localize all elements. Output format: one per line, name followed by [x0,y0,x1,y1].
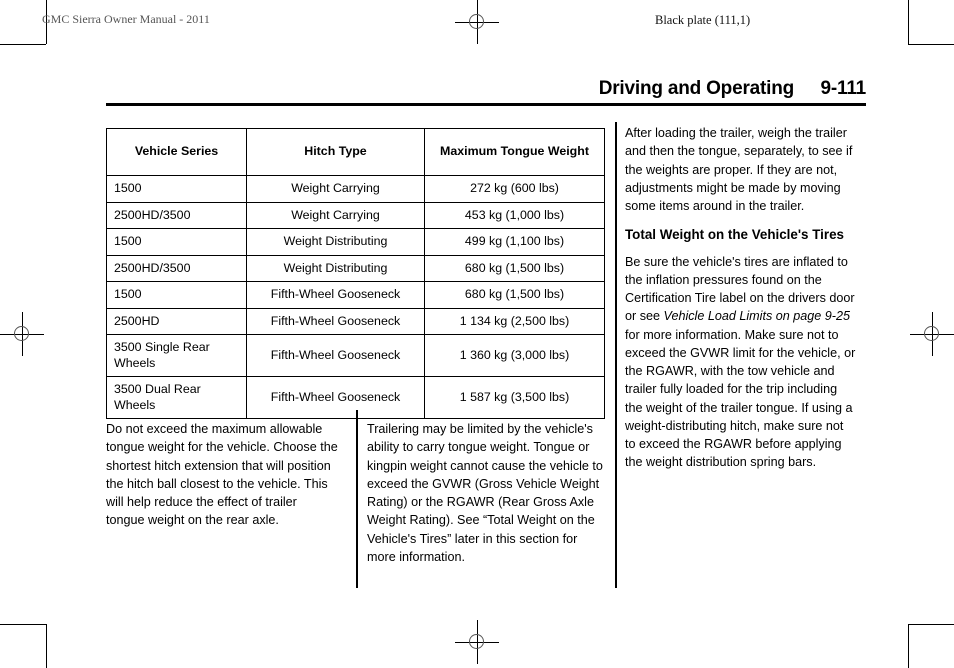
registration-mark-circle [469,634,484,649]
tongue-weight-table-container: Vehicle Series Hitch Type Maximum Tongue… [106,128,605,419]
trim-mark-bottom-right-horizontal [908,624,954,625]
cell-hitch-type: Fifth-Wheel Gooseneck [246,376,425,419]
column-header-maximum-tongue-weight: Maximum Tongue Weight [424,128,605,176]
page-number: 9-111 [820,78,867,99]
trim-mark-bottom-left-vertical [46,624,47,668]
table-row: 2500HD/3500 Weight Carrying 453 kg (1,00… [106,201,605,229]
table-row: 3500 Single Rear Wheels Fifth-Wheel Goos… [106,334,605,377]
text-column-left: Do not exceed the maximum allowable tong… [106,420,338,530]
cell-vehicle-series: 1500 [106,281,247,309]
manual-title-header: GMC Sierra Owner Manual - 2011 [42,12,210,26]
cell-vehicle-series: 1500 [106,175,247,203]
cell-hitch-type: Weight Carrying [246,175,425,203]
cell-vehicle-series: 3500 Single Rear Wheels [106,334,247,377]
cross-reference-vehicle-load-limits[interactable]: Vehicle Load Limits on page 9-25 [664,309,850,323]
cell-maximum-tongue-weight: 453 kg (1,000 lbs) [424,201,605,229]
tongue-weight-table: Vehicle Series Hitch Type Maximum Tongue… [106,128,605,419]
trim-mark-top-right-horizontal [908,44,954,45]
table-header-row-group: Vehicle Series Hitch Type Maximum Tongue… [106,128,605,176]
trim-mark-bottom-left-horizontal [0,624,46,625]
cell-hitch-type: Weight Distributing [246,254,425,282]
cell-hitch-type: Fifth-Wheel Gooseneck [246,334,425,377]
cell-maximum-tongue-weight: 1 587 kg (3,500 lbs) [424,376,605,419]
registration-mark-circle [469,14,484,29]
table-body: 1500 Weight Carrying 272 kg (600 lbs) 25… [106,175,605,419]
column-divider-right [615,122,617,588]
cell-maximum-tongue-weight: 680 kg (1,500 lbs) [424,254,605,282]
text-column-middle: Trailering may be limited by the vehicle… [367,420,605,566]
column-header-vehicle-series: Vehicle Series [106,128,247,176]
column-header-hitch-type: Hitch Type [246,128,425,176]
paragraph-after-loading: After loading the trailer, weigh the tra… [625,126,853,213]
cell-vehicle-series: 1500 [106,228,247,256]
cell-hitch-type: Fifth-Wheel Gooseneck [246,307,425,335]
trim-mark-top-left-horizontal [0,44,46,45]
cell-hitch-type: Fifth-Wheel Gooseneck [246,281,425,309]
black-plate-header: Black plate (111,1) [655,13,751,27]
cell-maximum-tongue-weight: 680 kg (1,500 lbs) [424,281,605,309]
paragraph-tire-inflation-part2: for more information. Make sure not to e… [625,327,856,470]
paragraph-tongue-weight-limit: Do not exceed the maximum allowable tong… [106,422,338,528]
cell-maximum-tongue-weight: 1 360 kg (3,000 lbs) [424,334,605,377]
table-row: 1500 Weight Distributing 499 kg (1,100 l… [106,228,605,256]
cell-vehicle-series: 2500HD/3500 [106,201,247,229]
chapter-title: Driving and Operating [598,78,795,99]
registration-mark-circle [924,326,939,341]
cell-maximum-tongue-weight: 499 kg (1,100 lbs) [424,228,605,256]
cell-hitch-type: Weight Distributing [246,228,425,256]
text-column-right: After loading the trailer, weigh the tra… [625,124,857,472]
table-header-row: Vehicle Series Hitch Type Maximum Tongue… [106,128,605,176]
cell-maximum-tongue-weight: 272 kg (600 lbs) [424,175,605,203]
paragraph-trailering-limits: Trailering may be limited by the vehicle… [367,422,603,564]
table-row: 1500 Weight Carrying 272 kg (600 lbs) [106,175,605,203]
cell-maximum-tongue-weight: 1 134 kg (2,500 lbs) [424,307,605,335]
table-row: 2500HD/3500 Weight Distributing 680 kg (… [106,254,605,282]
paragraph-tire-inflation: Be sure the vehicle's tires are inflated… [625,253,857,472]
column-divider-left [356,410,358,588]
registration-mark-circle [14,326,29,341]
cell-vehicle-series: 2500HD [106,307,247,335]
subheading-total-weight-on-tires: Total Weight on the Vehicle's Tires [625,227,844,243]
trim-mark-top-right-vertical [908,0,909,44]
trim-mark-bottom-right-vertical [908,624,909,668]
table-row: 1500 Fifth-Wheel Gooseneck 680 kg (1,500… [106,281,605,309]
cell-hitch-type: Weight Carrying [246,201,425,229]
chapter-header: Driving and Operating 9-111 [106,78,866,106]
cell-vehicle-series: 2500HD/3500 [106,254,247,282]
table-row: 2500HD Fifth-Wheel Gooseneck 1 134 kg (2… [106,307,605,335]
cell-vehicle-series: 3500 Dual Rear Wheels [106,376,247,419]
